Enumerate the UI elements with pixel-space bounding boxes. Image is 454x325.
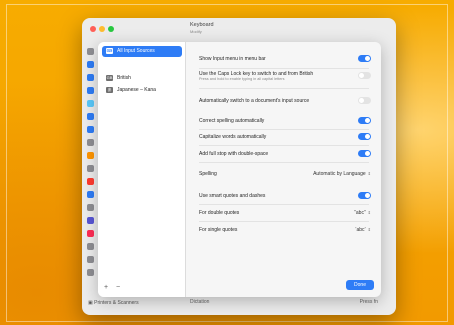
capitalize-toggle[interactable] — [358, 133, 371, 140]
single-quotes-row: For single quotes ‘abc’ ⇕ — [195, 223, 373, 237]
sidebar-category-icon[interactable] — [87, 230, 94, 237]
show-input-menu-toggle[interactable] — [358, 55, 371, 62]
title-bar: Keyboard Modify — [82, 18, 396, 40]
full-stop-row: Add full stop with double-space — [195, 147, 373, 161]
sidebar-category-icon[interactable] — [87, 139, 94, 146]
option-label: For double quotes — [199, 210, 240, 216]
select-value: “abc” — [354, 210, 366, 216]
input-sources-sheet: ⌨ All Input Sources GB British あ Japanese –… — [98, 42, 381, 297]
chevron-updown-icon: ⇕ — [367, 171, 371, 176]
option-label: Capitalize words automatically — [199, 134, 267, 140]
source-item-label: British — [117, 75, 131, 81]
sidebar-category-icon[interactable] — [87, 152, 94, 159]
background-dictation-row: Dictation Press fn — [190, 299, 390, 305]
auto-switch-toggle[interactable] — [358, 97, 371, 104]
close-window-button[interactable] — [90, 26, 96, 32]
option-label: Show Input menu in menu bar — [199, 56, 266, 62]
remove-source-button[interactable]: − — [116, 284, 120, 291]
divider — [199, 162, 369, 163]
sidebar-category-icon[interactable] — [87, 217, 94, 224]
spelling-row: Spelling Automatic by Language ⇕ — [195, 167, 373, 181]
option-label: Add full stop with double-space — [199, 151, 269, 157]
select-value: Automatic by Language — [313, 171, 366, 177]
dictation-label: Dictation — [190, 299, 210, 305]
sidebar-category-icon[interactable] — [87, 113, 94, 120]
sidebar-category-icon[interactable] — [87, 87, 94, 94]
printer-icon: ▣ — [88, 300, 93, 306]
source-item-british[interactable]: GB British — [102, 73, 182, 84]
flag-icon: GB — [106, 74, 113, 81]
option-description: Press and hold to enable typing in all c… — [199, 77, 285, 81]
capitalize-row: Capitalize words automatically — [195, 130, 373, 144]
smart-quotes-toggle[interactable] — [358, 192, 371, 199]
sidebar-category-icon[interactable] — [87, 100, 94, 107]
option-label: For single quotes — [199, 227, 238, 233]
option-label: Automatically switch to a document's inp… — [199, 98, 310, 104]
source-item-label: Japanese – Kana — [117, 87, 156, 93]
sidebar-category-icon[interactable] — [87, 204, 94, 211]
sidebar-item-label: Printers & Scanners — [94, 300, 139, 306]
chevron-updown-icon: ⇕ — [367, 227, 371, 232]
select-value: ‘abc’ — [355, 227, 366, 233]
sidebar-category-icon[interactable] — [87, 191, 94, 198]
kana-icon: あ — [106, 86, 113, 93]
add-source-button[interactable]: + — [104, 284, 108, 291]
double-quotes-row: For double quotes “abc” ⇕ — [195, 206, 373, 220]
window-title: Keyboard — [190, 22, 214, 28]
divider — [199, 221, 369, 222]
sidebar-category-icon[interactable] — [87, 178, 94, 185]
sidebar-category-icon[interactable] — [87, 61, 94, 68]
option-label: Use smart quotes and dashes — [199, 193, 266, 199]
settings-sidebar — [82, 40, 98, 315]
caps-lock-row: Use the Caps Lock key to switch to and f… — [195, 69, 373, 83]
zoom-window-button[interactable] — [108, 26, 114, 32]
keyboard-icon: ⌨ — [106, 47, 113, 54]
sidebar-category-icon[interactable] — [87, 126, 94, 133]
sidebar-category-icon[interactable] — [87, 74, 94, 81]
spelling-select[interactable]: Automatic by Language ⇕ — [313, 167, 371, 181]
input-source-list: ⌨ All Input Sources GB British あ Japanese –… — [98, 42, 186, 297]
divider — [199, 204, 369, 205]
divider — [199, 88, 369, 89]
sidebar-category-icon[interactable] — [87, 243, 94, 250]
divider — [199, 145, 369, 146]
single-quotes-select[interactable]: ‘abc’ ⇕ — [355, 223, 371, 237]
auto-switch-row: Automatically switch to a document's inp… — [195, 94, 373, 108]
sidebar-category-icon[interactable] — [87, 48, 94, 55]
option-label: Correct spelling automatically — [199, 118, 265, 124]
window-subtitle: Modify — [190, 29, 202, 34]
sidebar-category-icon[interactable] — [87, 256, 94, 263]
chevron-updown-icon: ⇕ — [367, 210, 371, 215]
source-item-all[interactable]: ⌨ All Input Sources — [102, 46, 182, 57]
add-remove-controls: + − — [104, 284, 126, 291]
source-item-japanese[interactable]: あ Japanese – Kana — [102, 85, 182, 96]
caps-lock-toggle[interactable] — [358, 72, 371, 79]
input-options-panel: Show Input menu in menu bar Use the Caps… — [187, 42, 381, 297]
full-stop-toggle[interactable] — [358, 150, 371, 157]
option-label: Spelling — [199, 171, 217, 177]
source-item-label: All Input Sources — [117, 48, 155, 54]
minimize-window-button[interactable] — [99, 26, 105, 32]
double-quotes-select[interactable]: “abc” ⇕ — [354, 206, 371, 220]
autocorrect-row: Correct spelling automatically — [195, 114, 373, 128]
sidebar-item-printers[interactable]: ▣ Printers & Scanners — [88, 300, 139, 306]
smart-quotes-row: Use smart quotes and dashes — [195, 189, 373, 203]
sidebar-category-icon[interactable] — [87, 269, 94, 276]
done-button[interactable]: Done — [346, 280, 374, 290]
autocorrect-toggle[interactable] — [358, 117, 371, 124]
show-input-menu-row: Show Input menu in menu bar — [195, 52, 373, 66]
dictation-shortcut: Press fn — [359, 299, 378, 305]
sidebar-category-icon[interactable] — [87, 165, 94, 172]
